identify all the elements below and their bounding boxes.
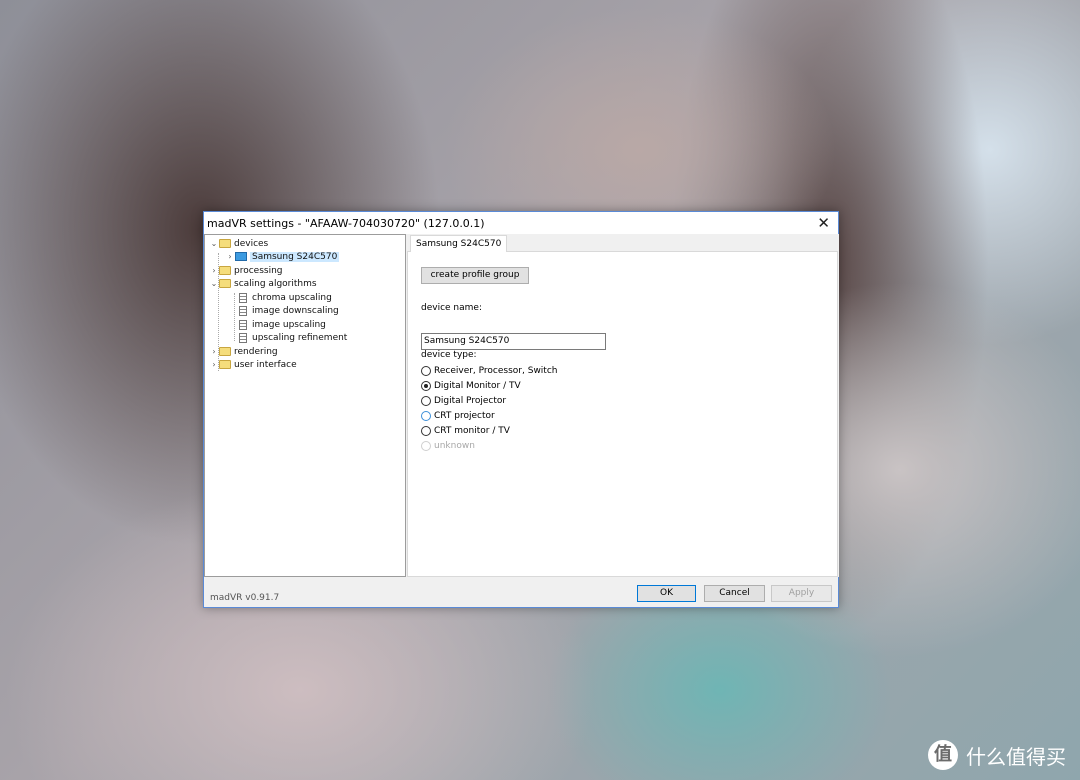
tree-item-label: user interface xyxy=(234,359,297,370)
radio-unknown: unknown xyxy=(421,439,475,452)
radio-label: CRT monitor / TV xyxy=(434,425,510,436)
tree-item-label: devices xyxy=(234,238,269,249)
monitor-icon xyxy=(235,252,247,261)
radio-label: unknown xyxy=(434,440,475,451)
radio-crt-projector[interactable]: CRT projector xyxy=(421,409,495,422)
watermark-logo: 值 xyxy=(928,740,958,770)
radio-circle-disabled xyxy=(421,440,431,451)
cancel-button[interactable]: Cancel xyxy=(704,585,765,602)
tree-item-user-interface[interactable]: › user interface xyxy=(209,358,297,371)
apply-button: Apply xyxy=(771,585,832,602)
tree-item-scaling-algorithms[interactable]: ⌄ scaling algorithms xyxy=(209,277,317,290)
expand-icon[interactable]: › xyxy=(225,252,235,261)
tree-item-label: image downscaling xyxy=(252,305,339,316)
close-icon[interactable]: ✕ xyxy=(817,214,830,232)
tree-item-image-upscaling[interactable]: image upscaling xyxy=(239,318,326,331)
tree-item-image-downscaling[interactable]: image downscaling xyxy=(239,304,339,317)
settings-tree: ⌄ devices › Samsung S24C570 › processing… xyxy=(204,234,406,577)
tree-item-samsung-device[interactable]: › Samsung S24C570 xyxy=(225,250,340,263)
tree-item-devices[interactable]: ⌄ devices xyxy=(209,237,269,250)
watermark: 值 什么值得买 xyxy=(928,740,1066,770)
page-icon xyxy=(239,305,247,316)
radio-receiver-processor-switch[interactable]: Receiver, Processor, Switch xyxy=(421,364,557,377)
tree-item-label: rendering xyxy=(234,346,278,357)
radio-circle[interactable] xyxy=(421,365,431,376)
tree-item-label: image upscaling xyxy=(252,319,326,330)
folder-icon xyxy=(219,239,231,248)
expand-icon[interactable]: › xyxy=(209,266,219,275)
folder-icon xyxy=(219,266,231,275)
radio-circle-selected[interactable] xyxy=(421,380,431,391)
device-name-label: device name: xyxy=(421,303,482,313)
tree-item-label: chroma upscaling xyxy=(252,292,332,303)
madvr-settings-dialog: madVR settings - "AFAAW-704030720" (127.… xyxy=(203,211,839,608)
title-bar[interactable]: madVR settings - "AFAAW-704030720" (127.… xyxy=(204,212,838,234)
window-title: madVR settings - "AFAAW-704030720" (127.… xyxy=(207,216,485,230)
create-profile-group-button[interactable]: create profile group xyxy=(421,267,529,284)
tree-item-label: scaling algorithms xyxy=(234,278,317,289)
collapse-icon[interactable]: ⌄ xyxy=(209,239,219,248)
device-name-field[interactable]: Samsung S24C570 xyxy=(421,333,606,350)
folder-icon xyxy=(219,347,231,356)
radio-circle[interactable] xyxy=(421,410,431,421)
ok-button[interactable]: OK xyxy=(637,585,696,602)
radio-label: Receiver, Processor, Switch xyxy=(434,365,558,376)
tree-item-label: upscaling refinement xyxy=(252,332,348,343)
page-icon xyxy=(239,332,247,343)
collapse-icon[interactable]: ⌄ xyxy=(209,279,219,288)
tab-content: create profile group device name: Samsun… xyxy=(407,251,838,577)
tree-guide-line xyxy=(234,293,235,341)
expand-icon[interactable]: › xyxy=(209,360,219,369)
tab-samsung-s24c570[interactable]: Samsung S24C570 xyxy=(410,235,508,252)
radio-circle[interactable] xyxy=(421,395,431,406)
radio-label: Digital Monitor / TV xyxy=(434,380,521,391)
radio-circle[interactable] xyxy=(421,425,431,436)
page-icon xyxy=(239,292,247,303)
folder-icon xyxy=(219,360,231,369)
tree-item-label: Samsung S24C570 xyxy=(250,251,340,262)
tree-item-label: processing xyxy=(234,265,283,276)
tree-item-upscaling-refinement[interactable]: upscaling refinement xyxy=(239,331,347,344)
radio-label: CRT projector xyxy=(434,410,495,421)
watermark-text: 什么值得买 xyxy=(966,744,1066,769)
radio-digital-monitor-tv[interactable]: Digital Monitor / TV xyxy=(421,379,521,392)
tree-item-chroma-upscaling[interactable]: chroma upscaling xyxy=(239,291,332,304)
radio-digital-projector[interactable]: Digital Projector xyxy=(421,394,506,407)
radio-crt-monitor-tv[interactable]: CRT monitor / TV xyxy=(421,424,510,437)
expand-icon[interactable]: › xyxy=(209,347,219,356)
tree-item-processing[interactable]: › processing xyxy=(209,264,283,277)
device-type-label: device type: xyxy=(421,350,477,360)
page-icon xyxy=(239,319,247,330)
folder-icon xyxy=(219,279,231,288)
tree-item-rendering[interactable]: › rendering xyxy=(209,345,278,358)
radio-label: Digital Projector xyxy=(434,395,507,406)
device-settings-panel: Samsung S24C570 create profile group dev… xyxy=(407,234,839,577)
version-label: madVR v0.91.7 xyxy=(210,593,280,603)
